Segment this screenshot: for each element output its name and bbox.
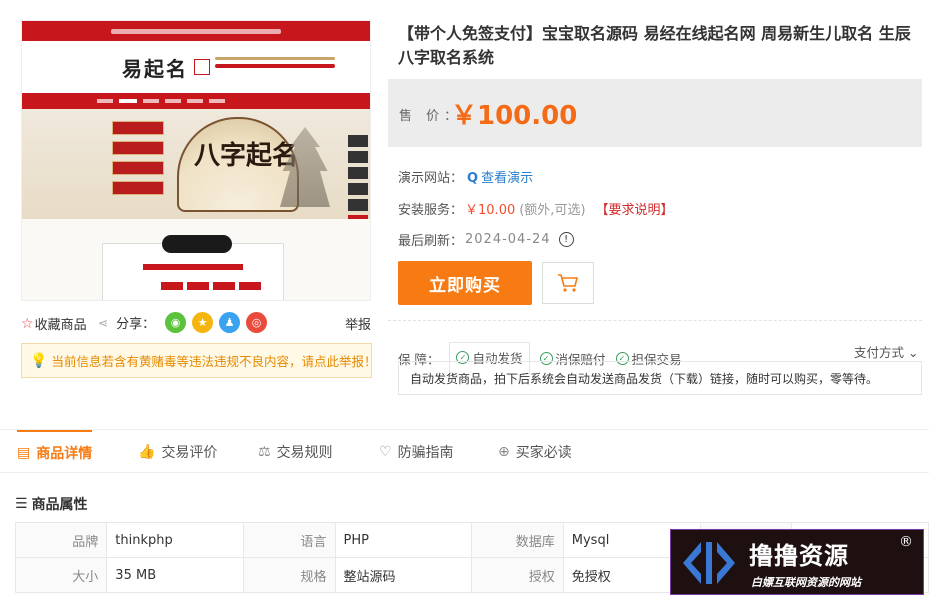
- tab-anti-fraud[interactable]: ♡ 防骗指南: [379, 430, 454, 473]
- lightbulb-icon: 💡: [30, 352, 48, 369]
- attr-key: 品牌: [14, 522, 108, 558]
- watermark-mark-icon: [683, 542, 735, 584]
- divider: [388, 320, 922, 321]
- tab-label: 防骗指南: [397, 444, 454, 461]
- demo-link-text: 查看演示: [481, 171, 534, 186]
- attr-key: 规格: [243, 557, 336, 593]
- cart-icon: [558, 274, 579, 292]
- image-side-buttons: [348, 135, 368, 231]
- product-page: 易起名 八字起名 ☆ 收藏商品 ⋖ 分享： ◉ ★ ♟ ◎ 举报 💡 当前信息若…: [0, 0, 929, 595]
- service-label: 安装服务：: [398, 203, 464, 218]
- info-icon[interactable]: !: [558, 232, 574, 247]
- image-seal: [194, 59, 210, 75]
- tab-buyer-notice[interactable]: ⊕ 买家必读: [498, 430, 572, 473]
- service-row: 安装服务： ￥10.00 (额外,可选) 【要求说明】: [398, 199, 674, 218]
- tab-label: 交易评价: [161, 444, 218, 461]
- image-logo: 易起名: [122, 57, 188, 81]
- report-warning[interactable]: 💡 当前信息若含有黄赌毒等违法违规不良内容，请点此举报！: [21, 343, 372, 378]
- watermark-title: 撸撸资源: [749, 542, 849, 570]
- attr-value: 整站源码: [334, 557, 473, 593]
- share-icon: ⋖: [98, 315, 109, 330]
- image-popup-title: [162, 235, 232, 253]
- refresh-label: 最后刷新：: [398, 234, 464, 249]
- tab-trade-rules[interactable]: ⚖ 交易规则: [258, 430, 333, 473]
- watermark-logo: 撸撸资源 ® 白嫖互联网资源的网站: [670, 529, 924, 595]
- chevron-down-icon: ⌄: [904, 345, 919, 360]
- tab-reviews[interactable]: 👍 交易评价: [138, 430, 217, 473]
- payment-method-label: 支付方式: [854, 345, 905, 360]
- image-banner: 八字起名: [22, 109, 370, 227]
- image-slogan: [215, 57, 335, 72]
- demo-link[interactable]: Q 查看演示: [467, 167, 533, 186]
- attr-value: PHP: [334, 522, 473, 558]
- image-nav: [22, 93, 370, 109]
- refresh-date: 2024-04-24: [465, 232, 551, 247]
- buy-now-button[interactable]: 立即购买: [398, 261, 532, 305]
- star-icon: ☆: [21, 315, 34, 332]
- product-title: 【带个人免签支付】宝宝取名源码 易经在线起名网 周易新生儿取名 生辰八字取名系统: [398, 24, 911, 67]
- weibo-icon[interactable]: ◎: [246, 312, 268, 333]
- payment-method-dropdown[interactable]: 支付方式 ⌄: [854, 342, 918, 361]
- image-header: 易起名: [22, 41, 370, 93]
- image-banner-buttons: [112, 121, 164, 201]
- warning-text: 当前信息若含有黄赌毒等违法违规不良内容，请点此举报！: [51, 354, 372, 369]
- demo-label: 演示网站：: [398, 171, 464, 186]
- list-icon: ☰: [15, 496, 28, 512]
- watermark-subtitle: 白嫖互联网资源的网站: [751, 576, 861, 589]
- tab-label: 商品详情: [36, 445, 93, 462]
- attributes-title: ☰ 商品属性: [15, 494, 88, 514]
- product-image[interactable]: 易起名 八字起名: [21, 20, 371, 301]
- tab-product-details[interactable]: ▤ 商品详情: [17, 430, 93, 473]
- thumbs-up-icon: 👍: [138, 443, 156, 460]
- tab-label: 买家必读: [515, 444, 572, 461]
- image-topbar: [22, 21, 370, 41]
- attributes-title-text: 商品属性: [31, 497, 88, 513]
- qq-icon[interactable]: ♟: [219, 312, 241, 333]
- add-to-cart-button[interactable]: [542, 262, 594, 304]
- demo-row: 演示网站： Q 查看演示: [398, 167, 533, 186]
- tab-label: 交易规则: [276, 444, 333, 461]
- wechat-icon[interactable]: ◉: [165, 312, 187, 333]
- attr-key: 数据库: [471, 522, 564, 558]
- detail-tabs: ▤ 商品详情 👍 交易评价 ⚖ 交易规则 ♡ 防骗指南 ⊕ 买家必读: [0, 429, 929, 473]
- favorite-label: 收藏商品: [34, 318, 87, 333]
- attr-key: 大小: [14, 557, 108, 593]
- qzone-icon[interactable]: ★: [192, 312, 214, 333]
- share-bar: ⋖ 分享： ◉ ★ ♟ ◎: [98, 312, 268, 333]
- guarantee-description: 自动发货商品，拍下后系统会自动发送商品发货（下载）链接，随时可以购买，零等待。: [398, 361, 922, 395]
- attr-key: 语言: [243, 522, 336, 558]
- attr-value: thinkphp: [106, 522, 245, 558]
- image-bottom: [22, 219, 370, 300]
- favorite-button[interactable]: ☆ 收藏商品: [21, 314, 87, 334]
- refresh-row: 最后刷新： 2024-04-24 !: [398, 230, 574, 249]
- bulb-icon: ♡: [379, 443, 392, 460]
- attr-key: 授权: [471, 557, 564, 593]
- image-banner-text: 八字起名: [194, 141, 299, 171]
- search-icon: Q: [467, 171, 479, 186]
- watermark-registered: ®: [899, 534, 913, 550]
- report-link[interactable]: 举报: [345, 314, 371, 333]
- plus-circle-icon: ⊕: [498, 443, 510, 460]
- details-icon: ▤: [17, 444, 31, 461]
- service-price: ￥10.00: [465, 203, 516, 218]
- price-box: 售 价： ￥100.00: [388, 79, 922, 147]
- service-note: (额外,可选): [519, 203, 586, 218]
- share-label: 分享：: [116, 317, 156, 332]
- service-requirements-link[interactable]: 【要求说明】: [596, 199, 674, 218]
- scale-icon: ⚖: [258, 443, 271, 460]
- price-value: ￥100.00: [451, 101, 578, 131]
- attr-value: 35 MB: [106, 557, 245, 593]
